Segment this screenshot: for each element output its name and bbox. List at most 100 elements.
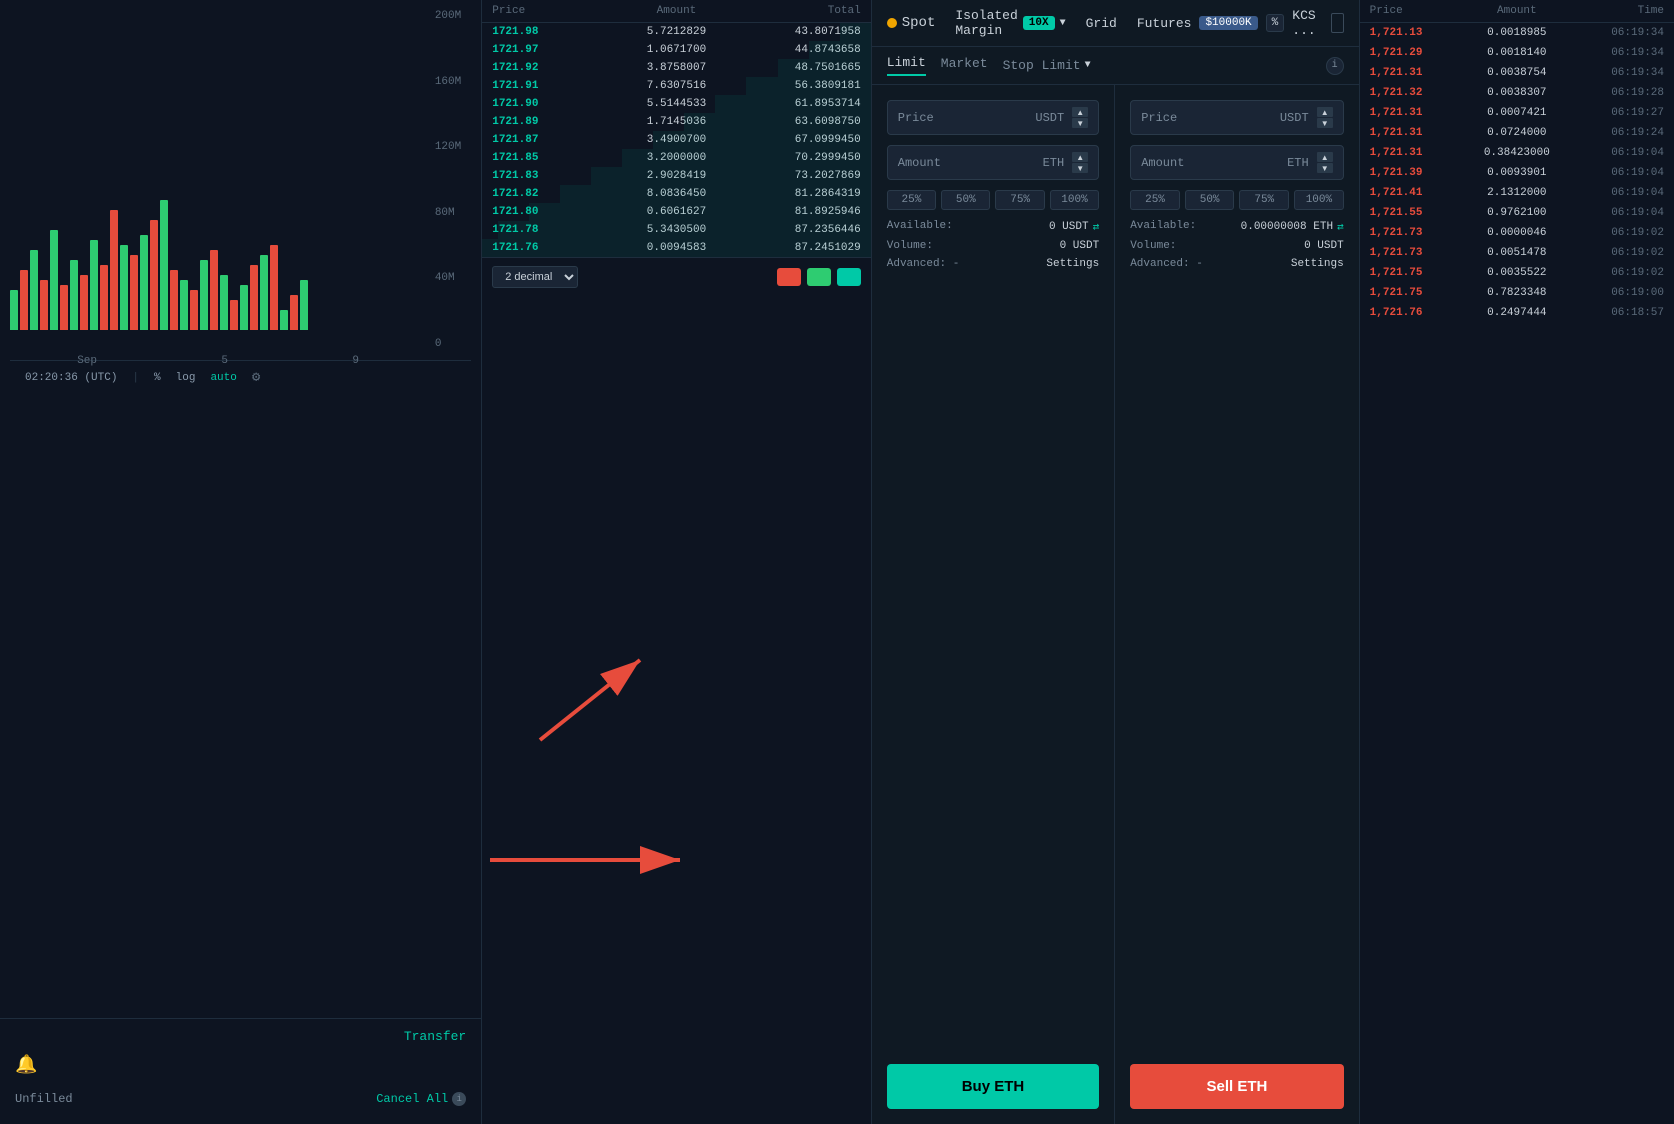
order-book-row[interactable]: 1721.828.083645081.2864319 <box>482 185 871 203</box>
trade-time: 06:19:34 <box>1566 67 1664 79</box>
buy-price-currency: USDT <box>1035 111 1064 125</box>
buy-pct-50[interactable]: 50% <box>941 190 990 210</box>
trade-history-row[interactable]: 1,721.310.000742106:19:27 <box>1360 103 1674 123</box>
trade-history-row[interactable]: 1,721.390.009390106:19:04 <box>1360 163 1674 183</box>
buy-amount-up[interactable]: ▲ <box>1072 152 1088 162</box>
color-dot-red[interactable] <box>777 268 801 286</box>
chart-bar <box>260 255 268 330</box>
sell-amount-input[interactable]: Amount ETH ▲ ▼ <box>1130 145 1343 180</box>
buy-available-exchange-icon[interactable]: ⇄ <box>1093 220 1100 234</box>
trade-history-row[interactable]: 1,721.550.976210006:19:04 <box>1360 203 1674 223</box>
order-book-row[interactable]: 1721.853.200000070.2999450 <box>482 149 871 167</box>
chart-log-toggle[interactable]: log <box>176 372 196 384</box>
pct-icon[interactable]: % <box>1266 14 1285 32</box>
buy-pct-75[interactable]: 75% <box>995 190 1044 210</box>
cancel-all-button[interactable]: Cancel All i <box>376 1092 466 1106</box>
trade-history-row[interactable]: 1,721.290.001814006:19:34 <box>1360 43 1674 63</box>
sell-amount-stepper[interactable]: ▲ ▼ <box>1317 152 1333 173</box>
sell-pct-25[interactable]: 25% <box>1130 190 1180 210</box>
order-book-row[interactable]: 1721.905.514453361.8953714 <box>482 95 871 113</box>
order-book-row[interactable]: 1721.891.714503663.6098750 <box>482 113 871 131</box>
kcs-label[interactable]: KCS ... <box>1292 8 1323 38</box>
decimal-select[interactable]: 2 decimal <box>492 266 578 288</box>
trade-history-row[interactable]: 1,721.310.003875406:19:34 <box>1360 63 1674 83</box>
buy-price-up[interactable]: ▲ <box>1072 107 1088 117</box>
trade-price: 1,721.75 <box>1370 267 1468 279</box>
buy-amount-stepper[interactable]: ▲ ▼ <box>1072 152 1088 173</box>
grid-button[interactable]: Grid <box>1086 16 1117 31</box>
trade-amount: 0.2497444 <box>1468 307 1566 319</box>
buy-pct-25[interactable]: 25% <box>887 190 936 210</box>
trade-amount: 0.0007421 <box>1468 107 1566 119</box>
sell-pct-75[interactable]: 75% <box>1239 190 1289 210</box>
trade-history-row[interactable]: 1,721.750.003552206:19:02 <box>1360 263 1674 283</box>
trade-history-row[interactable]: 1,721.310.072400006:19:24 <box>1360 123 1674 143</box>
sell-price-down[interactable]: ▼ <box>1317 118 1333 128</box>
sell-pct-100[interactable]: 100% <box>1294 190 1344 210</box>
buy-settings-label[interactable]: Settings <box>1046 258 1099 270</box>
sell-column: Price USDT ▲ ▼ Amount ETH ▲ ▼ <box>1115 85 1358 1124</box>
trade-history-row[interactable]: 1,721.750.782334806:19:00 <box>1360 283 1674 303</box>
isolated-dropdown-icon[interactable]: ▼ <box>1060 18 1066 29</box>
buy-pct-100[interactable]: 100% <box>1050 190 1099 210</box>
buy-advanced-row: Advanced: - Settings <box>887 258 1099 270</box>
trade-history-row[interactable]: 1,721.130.001898506:19:34 <box>1360 23 1674 43</box>
sell-pct-50[interactable]: 50% <box>1185 190 1235 210</box>
order-book-row[interactable]: 1721.873.490070067.0999450 <box>482 131 871 149</box>
ob-amount: 5.7212829 <box>615 26 738 38</box>
sell-amount-down[interactable]: ▼ <box>1317 163 1333 173</box>
order-book-row[interactable]: 1721.760.009458387.2451029 <box>482 239 871 257</box>
order-book-row[interactable]: 1721.971.067170044.8743658 <box>482 41 871 59</box>
trade-history-row[interactable]: 1,721.730.005147806:19:02 <box>1360 243 1674 263</box>
sell-price-input[interactable]: Price USDT ▲ ▼ <box>1130 100 1343 135</box>
trade-history-row[interactable]: 1,721.730.000004606:19:02 <box>1360 223 1674 243</box>
order-book-row[interactable]: 1721.800.606162781.8925946 <box>482 203 871 221</box>
sell-eth-button[interactable]: Sell ETH <box>1130 1064 1343 1109</box>
isolated-margin-tab[interactable]: Isolated Margin 10X ▼ <box>955 8 1065 38</box>
trade-history-row[interactable]: 1,721.760.249744406:18:57 <box>1360 303 1674 323</box>
chart-bar <box>280 310 288 330</box>
buy-price-down[interactable]: ▼ <box>1072 118 1088 128</box>
order-book-row[interactable]: 1721.832.902841973.2027869 <box>482 167 871 185</box>
sell-available-exchange-icon[interactable]: ⇄ <box>1337 220 1344 234</box>
order-info-button[interactable]: i <box>1326 57 1344 75</box>
th-header-time: Time <box>1566 5 1664 17</box>
bell-icon[interactable]: 🔔 <box>15 1054 37 1076</box>
ob-price: 1721.91 <box>492 80 615 92</box>
color-dot-teal[interactable] <box>837 268 861 286</box>
chart-auto-toggle[interactable]: auto <box>210 372 236 384</box>
trade-history-row[interactable]: 1,721.310.3842300006:19:04 <box>1360 143 1674 163</box>
buy-amount-input[interactable]: Amount ETH ▲ ▼ <box>887 145 1099 180</box>
order-book-row[interactable]: 1721.985.721282943.8071958 <box>482 23 871 41</box>
sell-price-up[interactable]: ▲ <box>1317 107 1333 117</box>
order-book-row[interactable]: 1721.923.875800748.7501665 <box>482 59 871 77</box>
ob-amount: 1.0671700 <box>615 44 738 56</box>
stop-limit-tab[interactable]: Stop Limit ▼ <box>1003 58 1091 73</box>
transfer-button[interactable]: Transfer <box>404 1029 466 1044</box>
chart-bar <box>190 290 198 330</box>
buy-price-input[interactable]: Price USDT ▲ ▼ <box>887 100 1099 135</box>
sell-settings-label[interactable]: Settings <box>1291 258 1344 270</box>
sell-price-stepper[interactable]: ▲ ▼ <box>1317 107 1333 128</box>
trading-panel: Spot Isolated Margin 10X ▼ Grid Futures … <box>872 0 1359 1124</box>
market-tab[interactable]: Market <box>941 56 988 75</box>
color-dot-green[interactable] <box>807 268 831 286</box>
stop-limit-dropdown-icon[interactable]: ▼ <box>1085 60 1091 71</box>
ob-header-total: Total <box>738 5 861 17</box>
order-book-row[interactable]: 1721.785.343050087.2356446 <box>482 221 871 239</box>
leverage-badge: 10X <box>1023 16 1055 30</box>
limit-tab[interactable]: Limit <box>887 55 926 76</box>
trading-area: Spot Isolated Margin 10X ▼ Grid Futures … <box>872 0 1359 1124</box>
spot-tab[interactable]: Spot <box>887 15 936 31</box>
trade-history-row[interactable]: 1,721.320.003830706:19:28 <box>1360 83 1674 103</box>
buy-amount-down[interactable]: ▼ <box>1072 163 1088 173</box>
trade-history-row[interactable]: 1,721.412.131200006:19:04 <box>1360 183 1674 203</box>
cancel-all-info-icon[interactable]: i <box>452 1092 466 1106</box>
buy-eth-button[interactable]: Buy ETH <box>887 1064 1099 1109</box>
sell-amount-up[interactable]: ▲ <box>1317 152 1333 162</box>
order-book-row[interactable]: 1721.917.630751656.3809181 <box>482 77 871 95</box>
chart-pct-toggle[interactable]: % <box>154 372 161 384</box>
square-icon[interactable] <box>1331 13 1343 33</box>
buy-price-stepper[interactable]: ▲ ▼ <box>1072 107 1088 128</box>
trade-amount: 0.7823348 <box>1468 287 1566 299</box>
